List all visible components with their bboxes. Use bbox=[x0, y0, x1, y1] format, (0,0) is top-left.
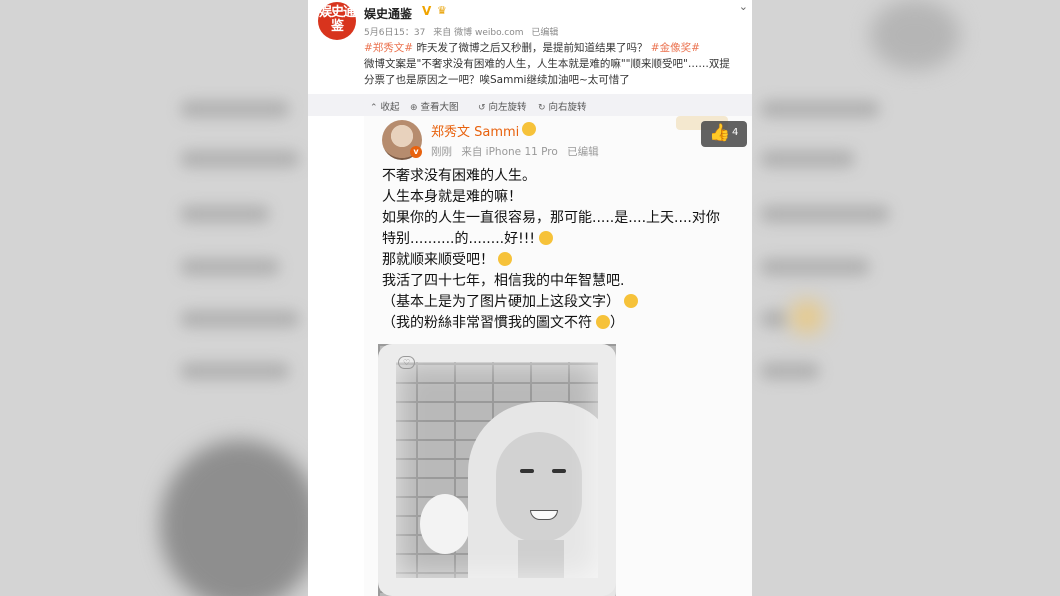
laughing-emoji-icon bbox=[538, 231, 553, 245]
blur-shape bbox=[760, 362, 820, 380]
blur-shape bbox=[180, 100, 290, 118]
text-line-content: （基本上是为了图片硬加上这段文字） bbox=[382, 294, 620, 310]
screenshot-text: 不奢求没有困难的人生。 人生本身就是难的嘛！ 如果你的人生一直很容易，那可能..… bbox=[382, 166, 750, 334]
text-line: 我活了四十七年，相信我的中年智慧吧. bbox=[382, 273, 625, 289]
text-line-content: 那就顺来顺受吧！ bbox=[382, 252, 494, 268]
blur-shape bbox=[180, 258, 280, 276]
chevron-down-icon[interactable]: ⌄ bbox=[739, 0, 748, 13]
hashtag-link[interactable]: #郑秀文# bbox=[364, 42, 413, 54]
blur-shape bbox=[760, 258, 870, 276]
post-time[interactable]: 5月6日15：37 bbox=[364, 28, 425, 38]
blur-shape bbox=[760, 150, 855, 168]
text-line-content: （我的粉絲非常習慣我的圖文不符 bbox=[382, 315, 592, 331]
text-line: （我的粉絲非常習慣我的圖文不符 ） bbox=[382, 313, 750, 334]
laughing-emoji-icon bbox=[596, 315, 610, 329]
embedded-screenshot: v 郑秀文 Sammi 刚刚 来自 iPhone 11 Pro 已编辑 不奢求没… bbox=[364, 116, 752, 596]
view-large-button[interactable]: ⊕ 查看大图 bbox=[410, 99, 459, 113]
account-name[interactable]: 娱史通鉴 bbox=[364, 5, 412, 22]
screenshot-username: 郑秀文 Sammi bbox=[431, 125, 520, 140]
blur-shape bbox=[760, 310, 790, 328]
zoom-icon: ⊕ bbox=[410, 103, 418, 113]
heart-sticker-icon: ♡ bbox=[398, 356, 416, 369]
blur-shape bbox=[870, 0, 960, 70]
blur-shape bbox=[760, 100, 880, 118]
text-line: 如果你的人生一直很容易，那可能.....是....上天....对你 bbox=[382, 210, 720, 226]
verified-icon: V bbox=[422, 4, 432, 18]
blur-shape bbox=[160, 440, 320, 596]
screenshot-time: 刚刚 bbox=[431, 146, 452, 158]
post-source[interactable]: 来自 微博 weibo.com bbox=[433, 28, 523, 38]
post-line: 分票了也是原因之一吧？唉Sammi继续加油吧~太可惜了 bbox=[364, 74, 630, 86]
collapse-icon: ⌃ bbox=[370, 103, 378, 113]
verified-badge-icon: v bbox=[410, 146, 422, 158]
closing-paren: ） bbox=[610, 315, 624, 331]
text-line-content: 特别..........的........好!!! bbox=[382, 231, 535, 247]
post-header: 娱史通鉴 娱史通鉴 V ♛ 5月6日15：37 来自 微博 weibo.com … bbox=[318, 0, 748, 40]
photo-frame bbox=[378, 344, 616, 596]
blur-shape bbox=[180, 362, 290, 380]
image-toolbar: ⌃ 收起 ⊕ 查看大图 ↺ 向左旋转 ↻ 向右旋转 bbox=[308, 94, 752, 116]
edited-label: 已编辑 bbox=[531, 28, 559, 38]
crown-icon: ♛ bbox=[437, 4, 447, 17]
hashtag-link[interactable]: #金像奖# bbox=[651, 42, 700, 54]
screenshot-meta: 刚刚 来自 iPhone 11 Pro 已编辑 bbox=[431, 144, 605, 159]
weibo-post: 娱史通鉴 娱史通鉴 V ♛ 5月6日15：37 来自 微博 weibo.com … bbox=[308, 0, 752, 596]
thumbs-up-icon: 👍 bbox=[709, 123, 731, 143]
post-text: #郑秀文# 昨天发了微博之后又秒删，是提前知道结果了吗？ #金像奖# 微博文案是… bbox=[364, 40, 752, 88]
text-line: （基本上是为了图片硬加上这段文字） bbox=[382, 292, 750, 313]
blur-shape bbox=[760, 205, 890, 223]
text-line: 人生本身就是难的嘛！ bbox=[382, 189, 522, 205]
post-photo[interactable]: ♡ bbox=[378, 344, 616, 596]
text-line: 那就顺来顺受吧！ bbox=[382, 250, 750, 271]
post-line: 昨天发了微博之后又秒删，是提前知道结果了吗？ bbox=[416, 42, 648, 54]
rotate-left-icon: ↺ bbox=[478, 103, 486, 113]
rotate-left-button[interactable]: ↺ 向左旋转 bbox=[478, 99, 527, 113]
screenshot-edited: 已编辑 bbox=[567, 146, 599, 158]
text-line: 特别..........的........好!!! bbox=[382, 229, 750, 250]
like-count: 4 bbox=[732, 127, 739, 138]
blur-shape bbox=[180, 205, 270, 223]
post-meta: 5月6日15：37 来自 微博 weibo.com 已编辑 bbox=[364, 25, 563, 38]
blur-shape bbox=[790, 300, 824, 334]
collapse-button[interactable]: ⌃ 收起 bbox=[370, 99, 400, 113]
view-large-label: 查看大图 bbox=[420, 102, 459, 113]
collapse-label: 收起 bbox=[380, 102, 400, 113]
rotate-left-label: 向左旋转 bbox=[488, 102, 527, 113]
emoji-icon bbox=[522, 122, 536, 136]
like-button[interactable]: 👍 4 bbox=[701, 121, 747, 147]
screenshot-source: 来自 iPhone 11 Pro bbox=[461, 146, 558, 158]
rotate-right-label: 向右旋转 bbox=[548, 102, 587, 113]
text-line: 不奢求没有困难的人生。 bbox=[382, 168, 536, 184]
wink-emoji-icon bbox=[498, 252, 512, 266]
blur-shape bbox=[180, 150, 300, 168]
rotate-right-button[interactable]: ↻ 向右旋转 bbox=[538, 99, 587, 113]
rotate-right-icon: ↻ bbox=[538, 103, 546, 113]
post-line: 微博文案是"不奢求没有困难的人生，人生本就是难的嘛""顺来顺受吧"……双提 bbox=[364, 58, 730, 70]
grin-emoji-icon bbox=[624, 294, 638, 308]
blur-shape bbox=[180, 310, 300, 328]
logo-text: 娱史通鉴 bbox=[318, 5, 356, 34]
account-avatar[interactable]: 娱史通鉴 bbox=[318, 2, 356, 40]
